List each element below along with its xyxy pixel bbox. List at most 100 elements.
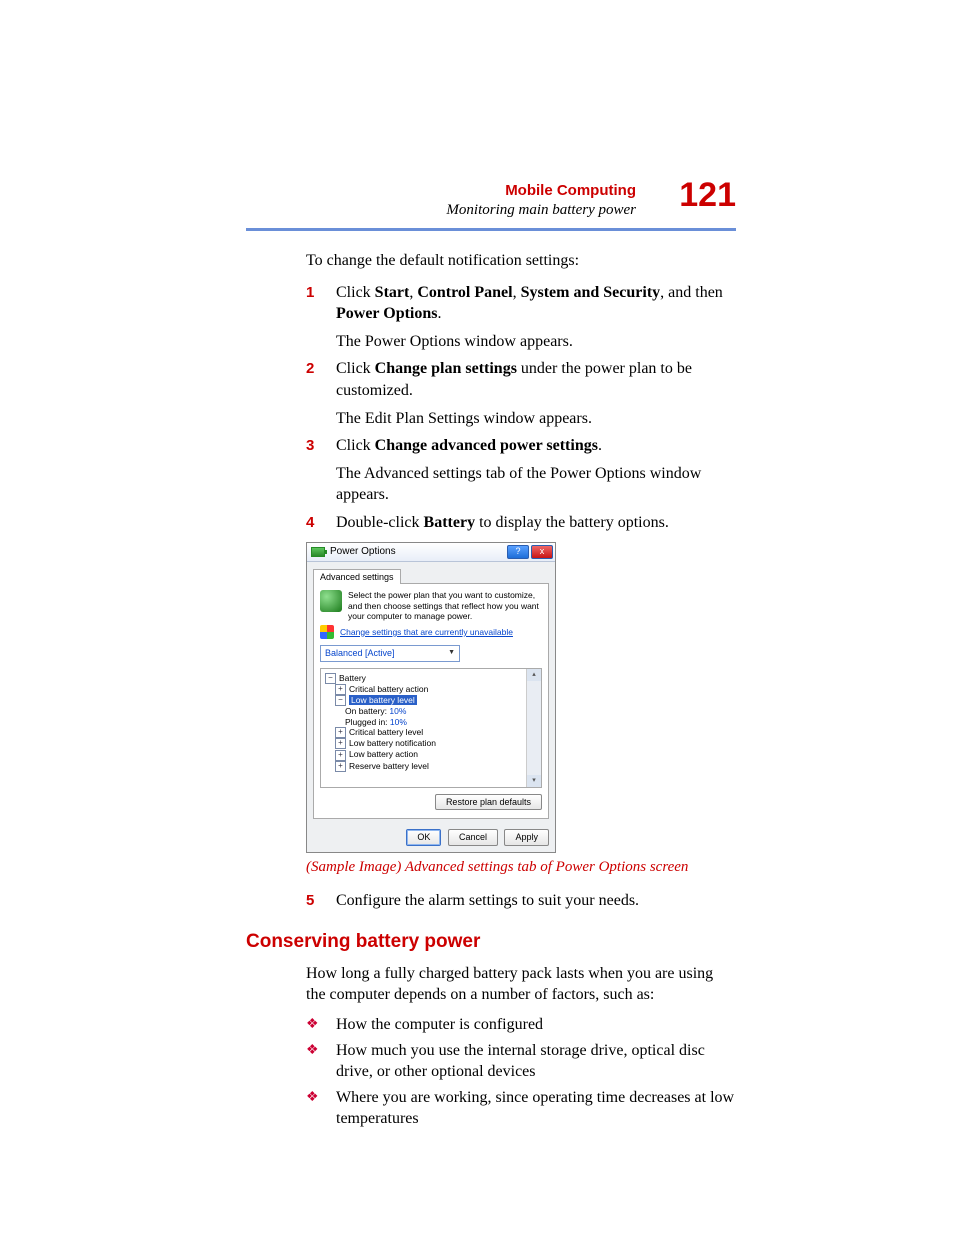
step-4: 4 Double-click Battery to display the ba… bbox=[306, 512, 736, 534]
text: , bbox=[513, 284, 521, 301]
plan-combobox[interactable]: Balanced [Active] ▼ bbox=[320, 645, 460, 662]
step-2: 2 Click Change plan settings under the p… bbox=[306, 358, 736, 401]
tree-label: Reserve battery level bbox=[349, 761, 429, 771]
tree-value: 10% bbox=[388, 717, 407, 727]
bullet-text: Where you are working, since operating t… bbox=[336, 1087, 736, 1130]
bold: System and Security bbox=[521, 284, 661, 301]
section-subtitle: Monitoring main battery power bbox=[446, 202, 636, 219]
expand-icon[interactable]: + bbox=[335, 684, 346, 695]
bullet-text: How much you use the internal storage dr… bbox=[336, 1040, 736, 1083]
tree-label: Critical battery action bbox=[349, 684, 428, 694]
step-3: 3 Click Change advanced power settings. bbox=[306, 435, 736, 457]
restore-row: Restore plan defaults bbox=[320, 794, 542, 811]
tree-node-critical-action[interactable]: +Critical battery action bbox=[335, 684, 537, 695]
bold: Control Panel bbox=[417, 284, 512, 301]
content-column: Mobile Computing Monitoring main battery… bbox=[246, 176, 736, 1134]
bullet-text: How the computer is configured bbox=[336, 1014, 736, 1036]
restore-defaults-button[interactable]: Restore plan defaults bbox=[435, 794, 542, 811]
expand-icon[interactable]: + bbox=[335, 761, 346, 772]
section-title: Mobile Computing bbox=[505, 182, 636, 199]
bold: Start bbox=[375, 284, 410, 301]
step-text: Click Start, Control Panel, System and S… bbox=[336, 282, 736, 325]
tree-label: Critical battery level bbox=[349, 727, 423, 737]
heading-conserving: Conserving battery power bbox=[246, 929, 736, 955]
text: Double-click bbox=[336, 514, 424, 531]
bullet-3: ❖ Where you are working, since operating… bbox=[306, 1087, 736, 1130]
tree-node-low-action[interactable]: +Low battery action bbox=[335, 749, 537, 760]
tree-label: Low battery action bbox=[349, 749, 418, 759]
battery-large-icon bbox=[320, 590, 342, 612]
step-text: Double-click Battery to display the batt… bbox=[336, 512, 736, 534]
collapse-icon[interactable]: − bbox=[325, 673, 336, 684]
dialog-tabs: Advanced settings bbox=[313, 568, 549, 584]
intro-paragraph: To change the default notification setti… bbox=[306, 250, 736, 272]
tree-node-critical-level[interactable]: +Critical battery level bbox=[335, 727, 537, 738]
expand-icon[interactable]: + bbox=[335, 727, 346, 738]
scroll-down-icon[interactable]: ▾ bbox=[527, 775, 541, 787]
scroll-up-icon[interactable]: ▴ bbox=[527, 669, 541, 681]
sample-screenshot: Power Options ? x Advanced settings Sele… bbox=[306, 542, 556, 854]
tree-node-low-level[interactable]: −Low battery level bbox=[335, 695, 537, 706]
plan-selected: Balanced [Active] bbox=[325, 648, 395, 659]
help-button[interactable]: ? bbox=[507, 545, 529, 559]
page-header: Mobile Computing Monitoring main battery… bbox=[246, 176, 736, 236]
tree-node-on-battery[interactable]: On battery: 10% bbox=[345, 706, 537, 716]
tab-advanced-settings[interactable]: Advanced settings bbox=[313, 569, 401, 585]
bold: Change plan settings bbox=[375, 360, 517, 377]
bold: Battery bbox=[424, 514, 476, 531]
screenshot-caption: (Sample Image) Advanced settings tab of … bbox=[306, 857, 736, 877]
step-text: Click Change plan settings under the pow… bbox=[336, 358, 736, 401]
text: . bbox=[437, 305, 441, 322]
chevron-down-icon: ▼ bbox=[448, 649, 455, 657]
close-button[interactable]: x bbox=[531, 545, 553, 559]
tree-label: Plugged in: bbox=[345, 717, 388, 727]
dialog-title: Power Options bbox=[330, 546, 396, 558]
step-2-result: The Edit Plan Settings window appears. bbox=[336, 408, 736, 430]
step-number: 4 bbox=[306, 512, 336, 534]
step-number: 5 bbox=[306, 890, 336, 912]
text: Click bbox=[336, 437, 375, 454]
tree-label-selected: Low battery level bbox=[349, 695, 417, 705]
text: Click bbox=[336, 284, 375, 301]
admin-link[interactable]: Change settings that are currently unava… bbox=[340, 627, 513, 637]
body-text: To change the default notification setti… bbox=[246, 250, 736, 1130]
step-number: 3 bbox=[306, 435, 336, 457]
tree-node-low-notification[interactable]: +Low battery notification bbox=[335, 738, 537, 749]
diamond-bullet-icon: ❖ bbox=[306, 1014, 336, 1036]
tree-node-battery[interactable]: −Battery bbox=[325, 673, 537, 684]
bold: Change advanced power settings bbox=[375, 437, 598, 454]
tree-label: Low battery notification bbox=[349, 738, 436, 748]
step-1-result: The Power Options window appears. bbox=[336, 331, 736, 353]
battery-icon bbox=[311, 547, 325, 557]
header-rule bbox=[246, 228, 736, 231]
page: Mobile Computing Monitoring main battery… bbox=[0, 0, 954, 1235]
step-1: 1 Click Start, Control Panel, System and… bbox=[306, 282, 736, 325]
tree-value: 10% bbox=[387, 706, 406, 716]
text: , and then bbox=[660, 284, 723, 301]
collapse-icon[interactable]: − bbox=[335, 695, 346, 706]
shield-icon bbox=[320, 625, 334, 639]
dialog-titlebar: Power Options ? x bbox=[307, 543, 555, 562]
dialog-body: Select the power plan that you want to c… bbox=[313, 583, 549, 819]
page-number: 121 bbox=[679, 176, 736, 215]
text: Click bbox=[336, 360, 375, 377]
description-text: Select the power plan that you want to c… bbox=[348, 590, 542, 621]
diamond-bullet-icon: ❖ bbox=[306, 1087, 336, 1130]
titlebar-buttons: ? x bbox=[507, 545, 553, 559]
tree-label: On battery: bbox=[345, 706, 387, 716]
tree-node-plugged-in[interactable]: Plugged in: 10% bbox=[345, 717, 537, 727]
step-number: 1 bbox=[306, 282, 336, 325]
dialog-button-row: OK Cancel Apply bbox=[307, 825, 555, 852]
ok-button[interactable]: OK bbox=[406, 829, 441, 846]
scrollbar[interactable]: ▴ ▾ bbox=[526, 669, 541, 787]
bullet-2: ❖ How much you use the internal storage … bbox=[306, 1040, 736, 1083]
expand-icon[interactable]: + bbox=[335, 750, 346, 761]
tree-node-reserve-level[interactable]: +Reserve battery level bbox=[335, 761, 537, 772]
description-row: Select the power plan that you want to c… bbox=[320, 590, 542, 621]
apply-button[interactable]: Apply bbox=[504, 829, 549, 846]
tree-label: Battery bbox=[339, 673, 366, 683]
bullet-1: ❖ How the computer is configured bbox=[306, 1014, 736, 1036]
expand-icon[interactable]: + bbox=[335, 738, 346, 749]
cancel-button[interactable]: Cancel bbox=[448, 829, 498, 846]
settings-tree[interactable]: −Battery +Critical battery action −Low b… bbox=[320, 668, 542, 788]
